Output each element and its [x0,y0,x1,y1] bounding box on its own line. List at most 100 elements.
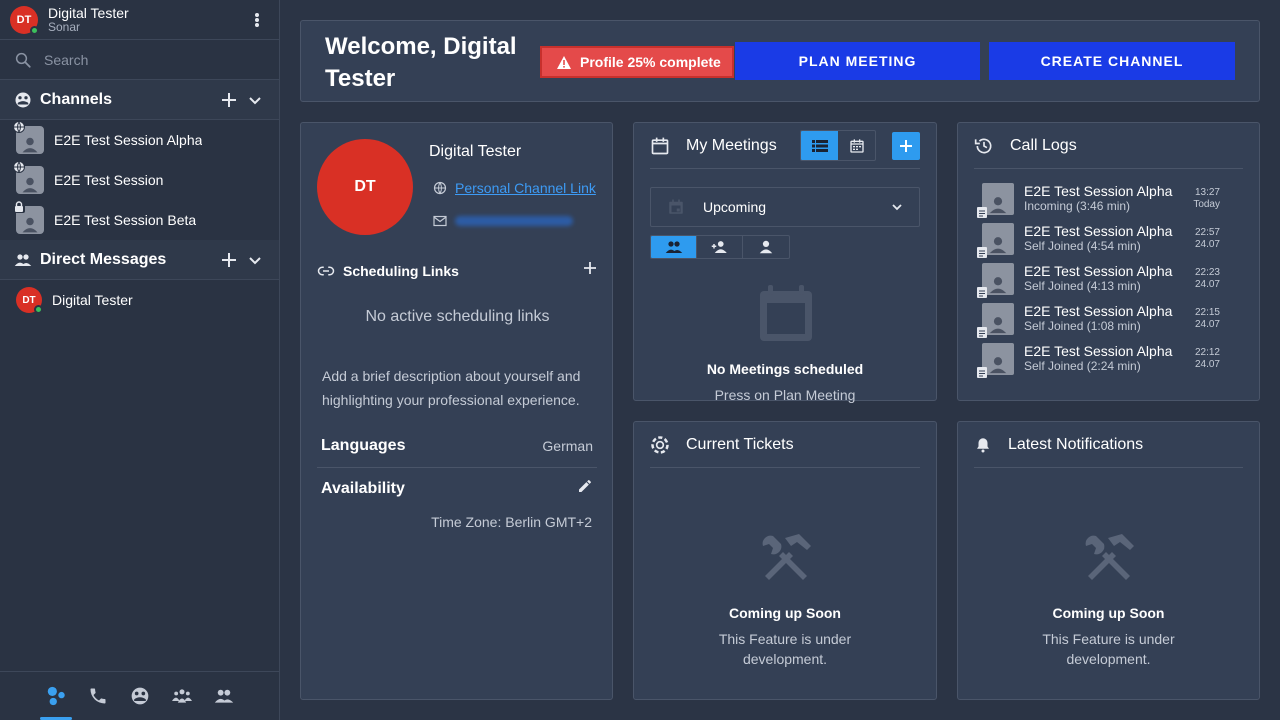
tickets-title: Current Tickets [686,435,794,453]
channel-label: E2E Test Session Beta [54,212,197,228]
meetings-empty-sub: Press on Plan Meeting [714,387,856,403]
call-detail: Self Joined (2:24 min) [1024,359,1141,373]
invited-meetings-icon[interactable] [697,236,743,258]
direct-messages-section-header[interactable]: Direct Messages [0,240,279,280]
add-message-icon[interactable] [219,250,239,270]
profile-completion-text: Profile 25% complete [580,54,721,70]
plan-meeting-button[interactable]: PLAN MEETING [735,42,980,80]
call-logs-header: Call Logs [974,123,1243,169]
more-options-icon[interactable] [249,11,265,29]
meetings-header: My Meetings [650,123,920,169]
people-icon [14,253,32,266]
call-log-item[interactable]: E2E Test Session Alpha Incoming (3:46 min… [977,182,1220,218]
search-bar [0,40,279,80]
call-name: E2E Test Session Alpha [1024,223,1173,239]
timezone-text: Time Zone: Berlin GMT+2 [431,514,592,530]
list-view-icon[interactable] [801,131,838,160]
channel-item[interactable]: E2E Test Session [0,160,279,200]
chevron-down-icon[interactable] [245,90,265,110]
link-icon [317,266,335,275]
chats-icon[interactable] [39,685,72,720]
user-avatar[interactable]: DT [10,5,39,35]
call-type-icon [976,325,990,339]
add-scheduling-link-icon[interactable] [583,261,597,280]
call-time: 22:57 [1194,227,1220,238]
phone-icon[interactable] [87,685,109,707]
view-toggle [800,130,876,161]
call-detail: Self Joined (4:54 min) [1024,239,1141,253]
channel-item[interactable]: E2E Test Session Alpha [0,120,279,160]
add-channel-icon[interactable] [219,90,239,110]
languages-row: Languages German [317,437,597,455]
sidebar: DT Digital Tester Sonar Channels E2E Tes… [0,0,280,720]
tools-icon [1085,534,1134,580]
languages-value: German [542,438,593,454]
email-row [433,215,573,227]
channel-avatar [13,201,44,234]
call-name: E2E Test Session Alpha [1024,343,1173,359]
channel-link-row: Personal Channel Link [433,180,596,196]
meetings-title: My Meetings [686,136,777,154]
online-indicator [30,25,39,35]
calendar-view-icon[interactable] [838,131,875,160]
bell-icon [977,437,989,452]
channel-avatar [13,161,44,194]
personal-meetings-icon[interactable] [743,236,789,258]
channels-section-header[interactable]: Channels [0,80,279,120]
event-icon [669,199,683,214]
call-date: 24.07 [1194,359,1220,370]
availability-label: Availability [321,479,405,497]
calendar-empty-icon [760,285,812,341]
profile-avatar[interactable]: DT [317,139,413,235]
call-type-icon [976,365,990,379]
notifications-title: Latest Notifications [1008,435,1144,453]
call-date: 24.07 [1194,239,1220,250]
history-icon [974,138,992,153]
call-log-item[interactable]: E2E Test Session Alpha Self Joined (4:54 … [977,222,1220,258]
scheduling-links-title: Scheduling Links [343,262,459,279]
meeting-filter-select[interactable]: Upcoming [650,187,920,227]
channels-icon [15,92,31,107]
direct-message-item[interactable]: DT Digital Tester [0,280,279,320]
contact-avatar: DT [16,287,43,314]
profile-card: DT Digital Tester Personal Channel Link … [300,122,613,700]
contact-initials: DT [22,294,36,306]
globe-icon [433,181,447,195]
tickets-empty-title: Coming up Soon [729,605,841,621]
groups-icon[interactable] [171,685,193,707]
profile-description[interactable]: Add a brief description about yourself a… [322,364,602,412]
page-title: Welcome, Digital Tester [325,33,517,92]
call-name: E2E Test Session Alpha [1024,303,1173,319]
call-detail: Self Joined (4:13 min) [1024,279,1141,293]
channels-icon[interactable] [129,685,151,707]
call-log-item[interactable]: E2E Test Session Alpha Self Joined (4:13 … [977,262,1220,298]
call-log-item[interactable]: E2E Test Session Alpha Self Joined (1:08 … [977,302,1220,338]
create-channel-button[interactable]: CREATE CHANNEL [989,42,1235,80]
edit-icon[interactable] [577,478,593,499]
call-detail: Self Joined (1:08 min) [1024,319,1141,333]
contacts-icon[interactable] [213,685,235,707]
notifications-card: Latest Notifications Coming up Soon This… [957,421,1260,700]
notifications-empty-sub: This Feature is under development. [1042,631,1175,667]
call-name: E2E Test Session Alpha [1024,183,1173,199]
profile-completion-badge[interactable]: Profile 25% complete [540,46,734,78]
personal-channel-link[interactable]: Personal Channel Link [455,180,596,196]
call-date: 24.07 [1194,319,1220,330]
search-input[interactable] [44,51,244,68]
chevron-down-icon [892,204,902,211]
chevron-down-icon[interactable] [245,250,265,270]
call-log-item[interactable]: E2E Test Session Alpha Self Joined (2:24 … [977,342,1220,378]
call-type-icon [976,205,990,219]
add-meeting-button[interactable] [892,131,920,160]
profile-name: Digital Tester [429,143,522,160]
mail-icon [433,215,447,227]
meeting-type-toggle [650,235,790,259]
group-meetings-icon[interactable] [651,236,697,258]
call-time: 22:12 [1194,347,1220,358]
tickets-header: Current Tickets [650,422,920,468]
call-logs-title: Call Logs [1010,136,1077,154]
channel-item[interactable]: E2E Test Session Beta [0,200,279,240]
no-links-text: No active scheduling links [365,308,550,325]
warning-icon [557,55,571,69]
online-indicator [34,305,43,314]
